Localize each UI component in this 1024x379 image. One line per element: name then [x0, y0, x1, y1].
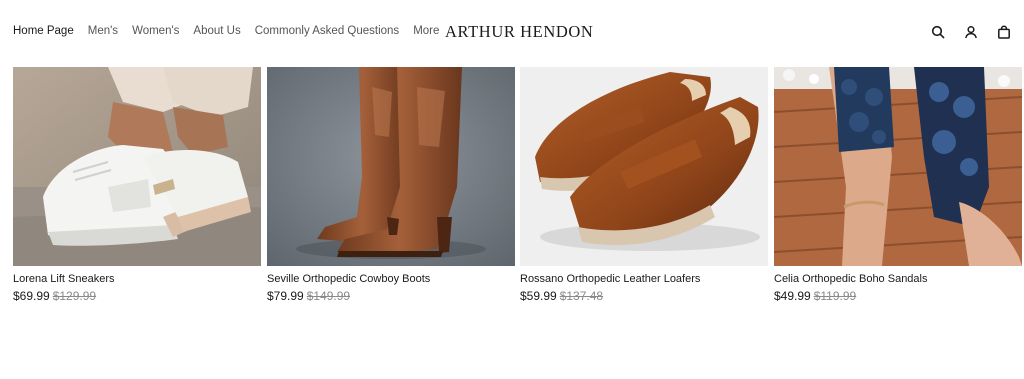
original-price: $149.99 [306, 289, 351, 303]
sale-price: $49.99 [774, 289, 811, 303]
product-prices: $49.99 $119.99 [774, 289, 1022, 303]
header-actions [930, 24, 1012, 40]
product-title[interactable]: Seville Orthopedic Cowboy Boots [267, 273, 515, 285]
search-icon[interactable] [930, 24, 946, 40]
nav-home-page[interactable]: Home Page [13, 25, 74, 37]
product-image-boho-sandals[interactable] [774, 67, 1022, 266]
nav-more[interactable]: More [413, 25, 439, 37]
product-image-sneakers[interactable] [13, 67, 261, 266]
product-card[interactable]: Lorena Lift Sneakers $69.99 $129.99 [13, 67, 261, 303]
brand-logo[interactable]: ARTHUR HENDON [445, 22, 593, 42]
product-image-cowboy-boots[interactable] [267, 67, 515, 266]
product-title[interactable]: Celia Orthopedic Boho Sandals [774, 273, 1022, 285]
nav-womens[interactable]: Women's [132, 25, 179, 37]
product-card[interactable]: Celia Orthopedic Boho Sandals $49.99 $119… [774, 67, 1022, 303]
cart-bag-icon[interactable] [996, 24, 1012, 40]
product-card[interactable]: Seville Orthopedic Cowboy Boots $79.99 $1… [267, 67, 515, 303]
product-card[interactable]: Rossano Orthopedic Leather Loafers $59.9… [520, 67, 768, 303]
sale-price: $59.99 [520, 289, 557, 303]
product-title[interactable]: Rossano Orthopedic Leather Loafers [520, 273, 768, 285]
original-price: $129.99 [52, 289, 97, 303]
product-title[interactable]: Lorena Lift Sneakers [13, 273, 261, 285]
product-prices: $59.99 $137.48 [520, 289, 768, 303]
site-header: Home Page Men's Women's About Us Commonl… [0, 0, 1024, 64]
sale-price: $69.99 [13, 289, 50, 303]
product-image-leather-loafers[interactable] [520, 67, 768, 266]
product-prices: $69.99 $129.99 [13, 289, 261, 303]
nav-mens[interactable]: Men's [88, 25, 118, 37]
original-price: $137.48 [559, 289, 604, 303]
account-icon[interactable] [963, 24, 979, 40]
nav-about-us[interactable]: About Us [193, 25, 240, 37]
nav-commonly-asked-questions[interactable]: Commonly Asked Questions [255, 25, 399, 37]
product-prices: $79.99 $149.99 [267, 289, 515, 303]
main-nav: Home Page Men's Women's About Us Commonl… [13, 25, 439, 37]
sale-price: $79.99 [267, 289, 304, 303]
original-price: $119.99 [813, 289, 857, 303]
